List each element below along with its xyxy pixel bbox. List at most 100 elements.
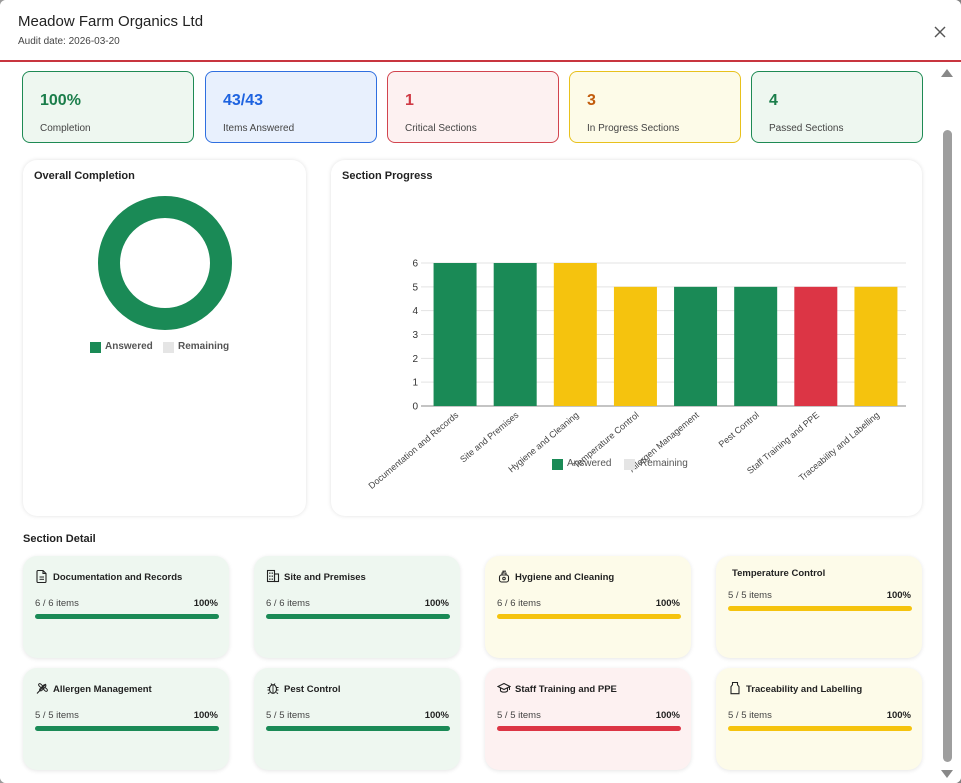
- audit-summary-modal: Meadow Farm Organics Ltd Audit date: 202…: [0, 0, 961, 783]
- section-card-percent: 100%: [655, 598, 680, 609]
- section-card-name: Traceability and Labelling: [746, 684, 863, 695]
- section-card-items-count: 5 / 5 items: [728, 710, 772, 721]
- stat-card-critical-sections: 1 Critical Sections: [387, 71, 559, 143]
- graduation-cap-icon: [497, 682, 511, 693]
- bar-answered: [734, 286, 778, 406]
- x-category-label: Pest Control: [717, 410, 761, 449]
- bar-answered: [553, 263, 597, 406]
- section-card-items-count: 6 / 6 items: [497, 598, 541, 609]
- close-icon[interactable]: [930, 22, 950, 42]
- stat-card-completion: 100% Completion: [22, 71, 194, 143]
- stat-label: Passed Sections: [769, 123, 844, 134]
- section-card-name: Site and Premises: [284, 572, 366, 583]
- bug-icon: [267, 683, 279, 695]
- legend-swatch-answered: [552, 459, 563, 470]
- section-card-percent: 100%: [424, 598, 449, 609]
- bar-answered: [794, 286, 838, 406]
- stat-value: 4: [769, 92, 778, 109]
- overall-completion-panel: Overall Completion Answered Remaining: [23, 160, 306, 516]
- y-tick-label: 1: [412, 378, 418, 389]
- section-card[interactable]: Pest Control 5 / 5 items 100%: [254, 668, 460, 770]
- section-card-items-count: 5 / 5 items: [266, 710, 310, 721]
- stat-label: Critical Sections: [405, 123, 477, 134]
- modal-title: Meadow Farm Organics Ltd: [18, 13, 204, 30]
- y-tick-label: 3: [412, 330, 418, 341]
- modal-header: Meadow Farm Organics Ltd Audit date: 202…: [0, 0, 961, 62]
- stat-value: 100%: [40, 92, 81, 109]
- section-card-name: Allergen Management: [53, 684, 152, 695]
- y-tick-label: 0: [412, 402, 418, 413]
- scroll-up-arrow-icon[interactable]: [941, 69, 953, 77]
- building-icon: [266, 569, 280, 583]
- section-card[interactable]: Site and Premises 6 / 6 items 100%: [254, 556, 460, 658]
- stat-card-items-answered: 43/43 Items Answered: [205, 71, 377, 143]
- stat-label: Completion: [40, 123, 91, 134]
- legend-label-answered: Answered: [567, 458, 612, 469]
- overall-completion-title: Overall Completion: [34, 170, 135, 182]
- legend-label-answered: Answered: [105, 341, 153, 352]
- section-card-name: Hygiene and Cleaning: [515, 572, 615, 583]
- document-icon: [36, 569, 47, 583]
- section-card-name: Temperature Control: [732, 568, 826, 579]
- section-card-name: Pest Control: [284, 684, 341, 695]
- section-card-name: Staff Training and PPE: [515, 684, 617, 695]
- section-card-progress-bar: [728, 726, 912, 731]
- stat-card-in-progress-sections: 3 In Progress Sections: [569, 71, 741, 143]
- section-card[interactable]: Hygiene and Cleaning 6 / 6 items 100%: [485, 556, 691, 658]
- section-card-progress-bar: [35, 614, 219, 619]
- stat-value: 1: [405, 92, 414, 109]
- section-card[interactable]: Allergen Management 5 / 5 items 100%: [23, 668, 229, 770]
- y-tick-label: 5: [412, 282, 418, 293]
- section-card-name: Documentation and Records: [53, 572, 183, 583]
- section-card-progress-bar: [497, 726, 681, 731]
- legend-label-remaining: Remaining: [178, 341, 230, 352]
- modal-body: 100% Completion 43/43 Items Answered 1 C…: [0, 64, 940, 783]
- section-card-progress-bar: [266, 614, 450, 619]
- audit-date: Audit date: 2026-03-20: [18, 36, 120, 47]
- section-card-percent: 100%: [424, 710, 449, 721]
- stat-card-passed-sections: 4 Passed Sections: [751, 71, 923, 143]
- section-card-items-count: 5 / 5 items: [728, 590, 772, 601]
- bar-answered: [854, 286, 898, 406]
- section-card-progress-bar: [266, 726, 450, 731]
- section-card-items-count: 6 / 6 items: [266, 598, 310, 609]
- scroll-down-arrow-icon[interactable]: [941, 770, 953, 778]
- section-card-percent: 100%: [193, 710, 218, 721]
- section-card-progress-bar: [728, 606, 912, 611]
- bar-answered: [613, 286, 657, 406]
- section-card-percent: 100%: [193, 598, 218, 609]
- y-tick-label: 6: [412, 259, 418, 270]
- legend-swatch-remaining: [163, 342, 174, 353]
- section-card-progress-bar: [497, 614, 681, 619]
- section-progress-panel: Section Progress 0 1 2 3 4 5 6 Documentation an…: [331, 160, 922, 516]
- x-category-label: Site and Premises: [458, 410, 521, 465]
- section-card-progress-bar: [35, 726, 219, 731]
- section-card[interactable]: Temperature Control 5 / 5 items 100%: [716, 556, 922, 658]
- y-tick-label: 4: [412, 306, 418, 317]
- section-card[interactable]: Documentation and Records 6 / 6 items 100%: [23, 556, 229, 658]
- section-card-items-count: 5 / 5 items: [35, 710, 79, 721]
- section-card-percent: 100%: [886, 590, 911, 601]
- section-card-items-count: 5 / 5 items: [497, 710, 541, 721]
- section-card[interactable]: Staff Training and PPE 5 / 5 items 100%: [485, 668, 691, 770]
- stat-value: 43/43: [223, 92, 264, 109]
- scroll-thumb[interactable]: [943, 130, 952, 762]
- section-detail-heading: Section Detail: [23, 533, 96, 545]
- soap-bottle-icon: [498, 570, 510, 583]
- bar-answered: [493, 263, 537, 406]
- section-card-items-count: 6 / 6 items: [35, 598, 79, 609]
- stat-label: In Progress Sections: [587, 123, 680, 134]
- section-card-percent: 100%: [886, 710, 911, 721]
- stat-value: 3: [587, 92, 596, 109]
- stat-label: Items Answered: [223, 123, 295, 134]
- bar-answered: [674, 286, 718, 406]
- y-tick-label: 2: [412, 354, 418, 365]
- x-category-label: Documentation and Records: [367, 410, 461, 491]
- bar-answered: [433, 263, 477, 406]
- section-card[interactable]: Traceability and Labelling 5 / 5 items 100…: [716, 668, 922, 770]
- section-card-percent: 100%: [655, 710, 680, 721]
- legend-label-remaining: Remaining: [640, 458, 688, 469]
- donut-answered-slice: [98, 196, 232, 330]
- completion-donut-chart: [98, 196, 232, 330]
- wheat-icon: [36, 683, 48, 694]
